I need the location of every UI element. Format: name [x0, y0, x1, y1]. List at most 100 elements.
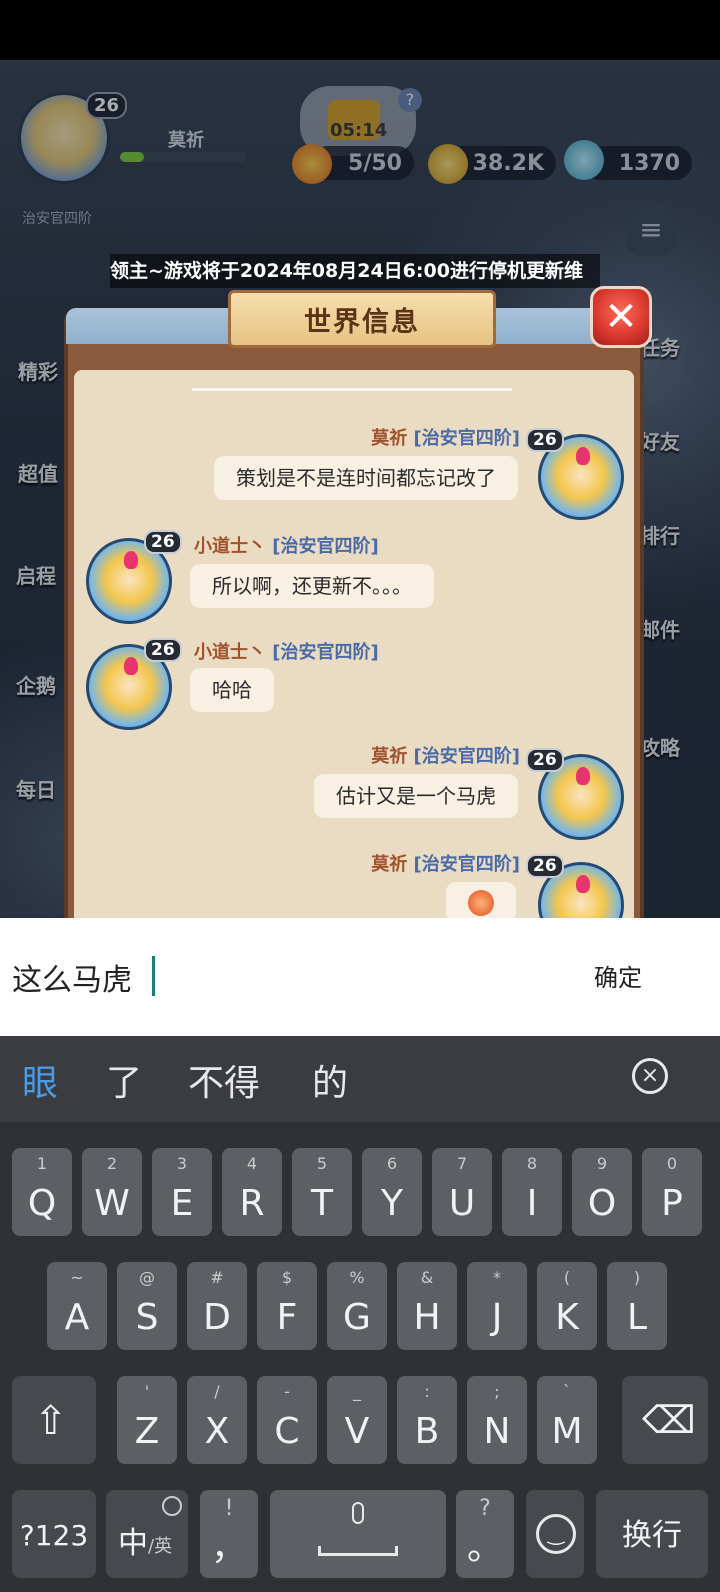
key-m[interactable]: ` M [537, 1376, 597, 1464]
symbols-key[interactable]: ?123 [12, 1490, 96, 1578]
key-h[interactable]: & H [397, 1262, 457, 1350]
chat-level-badge: 26 [144, 638, 182, 662]
text-caret [152, 956, 155, 996]
lang-sub: /英 [148, 1536, 173, 1557]
message-bubble[interactable]: 策划是不是连时间都忘记改了 [214, 456, 518, 500]
shift-arrow-icon: ⇧ [34, 1398, 68, 1444]
key-label: H [413, 1297, 441, 1338]
key-z[interactable]: ' Z [117, 1376, 177, 1464]
key-w[interactable]: 2W [82, 1148, 142, 1236]
message-bubble[interactable]: 估计又是一个马虎 [314, 774, 518, 818]
key-label: D [203, 1297, 231, 1338]
status-bar [0, 0, 720, 60]
enter-key[interactable]: 换行 [596, 1490, 708, 1578]
key-label: K [555, 1297, 579, 1338]
shift-key[interactable]: ⇧ [12, 1376, 96, 1464]
key-hint: ( [563, 1268, 571, 1287]
period-key[interactable]: ? 。 [456, 1490, 514, 1578]
key-hint: _ [353, 1382, 361, 1401]
key-a[interactable]: ~ A [47, 1262, 107, 1350]
key-x[interactable]: / X [187, 1376, 247, 1464]
key-hint: 3 [176, 1154, 188, 1173]
key-label: M [551, 1411, 583, 1452]
key-label: I [526, 1183, 538, 1224]
key-label: L [626, 1297, 648, 1338]
key-o[interactable]: 9O [572, 1148, 632, 1236]
clear-candidates-icon[interactable]: × [632, 1058, 668, 1094]
key-q[interactable]: 1Q [12, 1148, 72, 1236]
key-y[interactable]: 6Y [362, 1148, 422, 1236]
sender-name: 莫祈 [治安官四阶] [371, 746, 520, 767]
message-bubble[interactable] [446, 882, 516, 918]
key-hint: / [214, 1382, 220, 1401]
key-label: S [135, 1297, 159, 1338]
key-n[interactable]: ; N [467, 1376, 527, 1464]
key-label: V [344, 1411, 370, 1452]
key-label: A [64, 1297, 90, 1338]
key-g[interactable]: % G [327, 1262, 387, 1350]
key-d[interactable]: # D [187, 1262, 247, 1350]
key-hint: ` [563, 1382, 571, 1401]
key-label: G [343, 1297, 371, 1338]
key-label: E [170, 1183, 194, 1224]
key-hint: - [284, 1382, 290, 1401]
announcement-marquee: 领主~游戏将于2024年08月24日6:00进行停机更新维 [110, 254, 600, 288]
space-key[interactable] [270, 1490, 446, 1578]
chat-input-field[interactable]: 这么马虎 [12, 955, 132, 999]
candidate-word[interactable]: 眼 [22, 1054, 58, 1106]
message-bubble[interactable]: 哈哈 [190, 668, 274, 712]
key-label: R [239, 1183, 265, 1224]
candidate-word[interactable]: 了 [106, 1054, 142, 1106]
key-t[interactable]: 5T [292, 1148, 352, 1236]
sender-name: 莫祈 [治安官四阶] [371, 854, 520, 875]
message-bubble[interactable]: 所以啊，还更新不。。。 [190, 564, 434, 608]
key-s[interactable]: @ S [117, 1262, 177, 1350]
key-c[interactable]: -C [257, 1376, 317, 1464]
key-r[interactable]: 4R [222, 1148, 282, 1236]
chat-level-badge: 26 [144, 530, 182, 554]
chat-message-list[interactable]: 莫祈 [治安官四阶] 策划是不是连时间都忘记改了 26 26 小道士丶 [治安官… [74, 370, 634, 918]
key-v[interactable]: _ V [327, 1376, 387, 1464]
key-label: N [483, 1411, 511, 1452]
comma-key[interactable]: ! ， [200, 1490, 258, 1578]
sender-name: 小道士丶 [治安官四阶] [194, 536, 379, 557]
key-l[interactable]: ) L [607, 1262, 667, 1350]
emoji-key[interactable]: ‿ [526, 1490, 584, 1578]
key-label: O [587, 1183, 617, 1224]
key-u[interactable]: 7U [432, 1148, 492, 1236]
key-hint: * [493, 1268, 501, 1287]
key-label: W [94, 1183, 130, 1224]
backspace-icon: ⌫ [642, 1398, 696, 1442]
key-label: X [204, 1411, 230, 1452]
mic-icon [352, 1502, 364, 1524]
key-label: F [276, 1297, 298, 1338]
sender-name: 莫祈 [治安官四阶] [371, 428, 520, 449]
sender-name: 小道士丶 [治安官四阶] [194, 642, 379, 663]
candidate-word[interactable]: 不得 [188, 1054, 260, 1106]
key-hint: $ [281, 1268, 293, 1287]
key-k[interactable]: (K [537, 1262, 597, 1350]
key-hint: 7 [456, 1154, 468, 1173]
backspace-key[interactable]: ⌫ [622, 1376, 708, 1464]
confirm-button[interactable]: 确定 [594, 958, 642, 993]
candidate-word[interactable]: 的 [312, 1054, 348, 1106]
key-hint: ; [494, 1382, 500, 1401]
key-j[interactable]: * J [467, 1262, 527, 1350]
close-button[interactable]: ✕ [590, 286, 652, 348]
key-label: C [274, 1411, 300, 1452]
key-p[interactable]: 0P [642, 1148, 702, 1236]
space-bar-icon [318, 1546, 398, 1556]
key-hint: # [210, 1268, 224, 1287]
key-hint: 8 [526, 1154, 538, 1173]
key-b[interactable]: :B [397, 1376, 457, 1464]
key-label: Q [27, 1183, 57, 1224]
key-e[interactable]: 3E [152, 1148, 212, 1236]
language-switch-key[interactable]: 中 /英 [106, 1490, 188, 1578]
key-hint: 0 [666, 1154, 678, 1173]
key-hint: 9 [596, 1154, 608, 1173]
key-f[interactable]: $ F [257, 1262, 317, 1350]
globe-icon [162, 1496, 182, 1516]
key-i[interactable]: 8I [502, 1148, 562, 1236]
key-hint: 6 [386, 1154, 398, 1173]
key-label: J [491, 1297, 503, 1338]
